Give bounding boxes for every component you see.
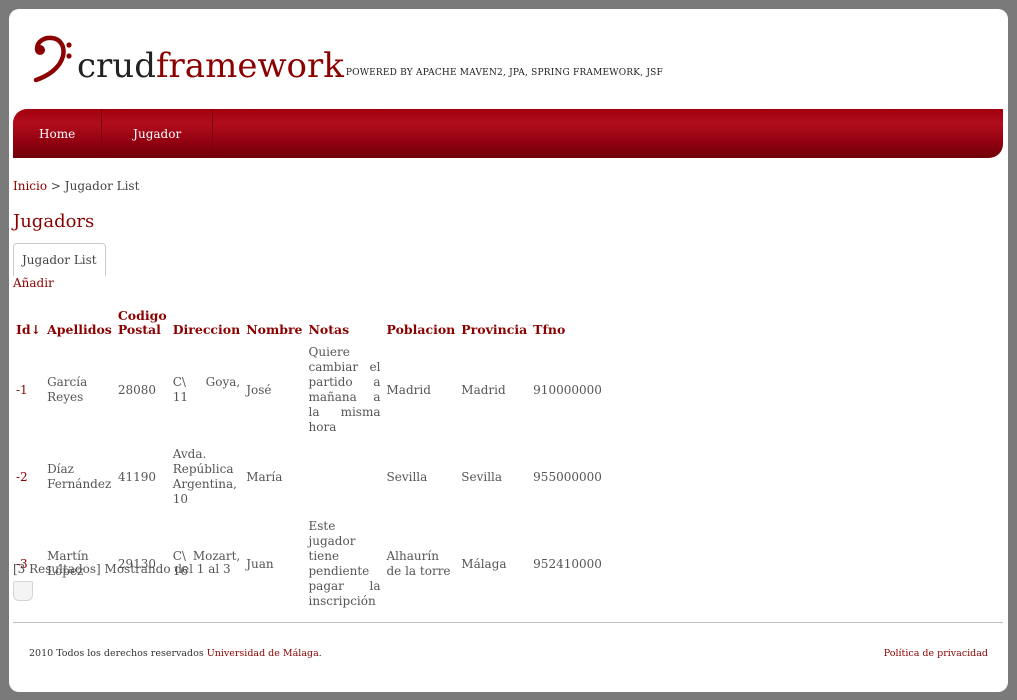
footer-period: . <box>318 648 322 659</box>
cell-tfno: 955000000 <box>533 469 602 484</box>
brand-logo[interactable]: crud framework POWERED BY APACHE MAVEN2, … <box>31 35 663 83</box>
cell-poblacion: Alhaurín de la torre <box>386 549 451 578</box>
cell-nombre: Juan <box>246 556 274 571</box>
footer-divider <box>13 622 1003 623</box>
table-row: -2 Díaz Fernández 41190 Avda. República … <box>13 441 606 513</box>
add-link[interactable]: Añadir <box>13 276 54 290</box>
nav-item-jugador[interactable]: Jugador <box>102 109 214 158</box>
brand-name-part2: framework <box>155 46 344 86</box>
footer-university-link[interactable]: Universidad de Málaga <box>207 648 319 659</box>
breadcrumb: Inicio > Jugador List <box>13 179 139 193</box>
col-header-provincia[interactable]: Provincia <box>458 307 530 339</box>
cell-notas: Este jugador tiene pendiente pagar la in… <box>308 519 381 608</box>
cell-id[interactable]: -2 <box>13 441 44 513</box>
col-header-direccion[interactable]: Direccion <box>170 307 244 339</box>
col-header-tfno[interactable]: Tfno <box>530 307 606 339</box>
cell-nombre: José <box>246 382 272 397</box>
page-title: Jugadors <box>13 211 95 232</box>
results-summary: [3 Resultados] Mostrando del 1 al 3 <box>13 562 231 576</box>
pager-button[interactable] <box>13 581 33 601</box>
cell-direccion: Avda. República Argentina, 10 <box>172 447 237 506</box>
footer-copyright: 2010 Todos los derechos reservados Unive… <box>29 648 322 659</box>
col-header-apellidos[interactable]: Apellidos <box>44 307 115 339</box>
col-header-id[interactable]: Id↓ <box>13 307 44 339</box>
cell-poblacion: Sevilla <box>386 469 428 484</box>
table-row: -1 García Reyes 28080 C\ Goya, 11 José Q… <box>13 339 606 441</box>
cell-tfno: 910000000 <box>533 382 602 397</box>
cell-poblacion: Madrid <box>386 382 431 397</box>
col-header-notas[interactable]: Notas <box>306 307 384 339</box>
col-header-nombre[interactable]: Nombre <box>243 307 305 339</box>
breadcrumb-home-link[interactable]: Inicio <box>13 179 47 193</box>
cell-notas: Quiere cambiar el partido a mañana a la … <box>308 345 381 434</box>
cell-apellidos: Díaz Fernández <box>47 462 112 491</box>
tab-jugador-list[interactable]: Jugador List <box>13 243 106 276</box>
footer-text: 2010 Todos los derechos reservados <box>29 648 207 659</box>
page: crud framework POWERED BY APACHE MAVEN2, … <box>9 9 1008 692</box>
cell-provincia: Madrid <box>461 382 506 397</box>
col-header-codigo-postal[interactable]: Codigo Postal <box>115 307 170 339</box>
nav-item-home[interactable]: Home <box>13 109 103 158</box>
cell-provincia: Sevilla <box>461 469 503 484</box>
privacy-policy-link[interactable]: Política de privacidad <box>884 648 988 659</box>
cell-apellidos: García Reyes <box>47 375 88 404</box>
cell-codigo-postal: 41190 <box>117 469 157 484</box>
cell-provincia: Málaga <box>461 556 507 571</box>
bass-clef-icon <box>33 35 72 83</box>
main-nav: Home Jugador <box>13 109 1003 158</box>
brand-tagline: POWERED BY APACHE MAVEN2, JPA, SPRING FR… <box>345 68 663 78</box>
breadcrumb-current: Jugador List <box>64 179 140 193</box>
brand-name-part1: crud <box>77 46 156 86</box>
breadcrumb-separator: > <box>47 179 65 193</box>
cell-direccion: C\ Goya, 11 <box>172 375 241 404</box>
cell-tfno: 952410000 <box>533 556 602 571</box>
cell-codigo-postal: 28080 <box>117 382 157 397</box>
cell-notas <box>306 441 384 513</box>
cell-nombre: María <box>246 469 283 484</box>
cell-id[interactable]: -1 <box>13 339 44 441</box>
col-header-poblacion[interactable]: Poblacion <box>384 307 459 339</box>
table-header-row: Id↓ Apellidos Codigo Postal Direccion No… <box>13 307 606 339</box>
